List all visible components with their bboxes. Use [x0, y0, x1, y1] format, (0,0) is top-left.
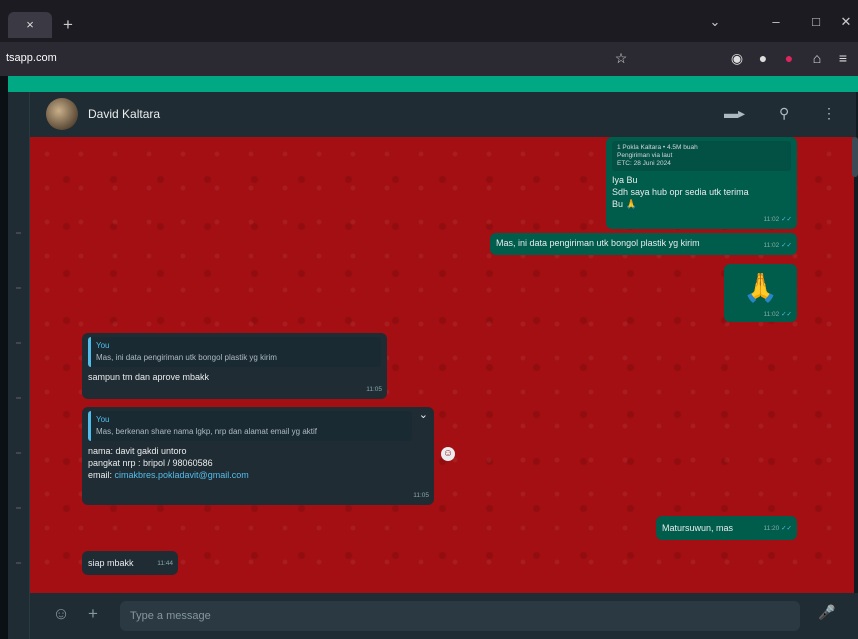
video-call-icon[interactable]: ▬▸ — [724, 105, 745, 122]
praying-hands-emoji: 🙏 — [743, 272, 778, 303]
quoted-sender: You — [96, 415, 110, 424]
message-time: 11:20 ✓✓ — [763, 525, 792, 532]
address-bar: tsapp.com ☆ ◉ ● ● ⌂ ≡ — [0, 42, 858, 76]
forwarded-card[interactable]: 1 Pokla Kaltara • 4.5M buah Pengiriman v… — [612, 141, 791, 171]
quoted-text: Mas, berkenan share nama lgkp, nrp dan a… — [96, 427, 318, 436]
message-time: 11:02 ✓✓ — [763, 242, 792, 249]
account-icon[interactable]: ● — [754, 50, 772, 66]
read-receipt-icon: ✓✓ — [781, 242, 792, 249]
message-time: 11:05 — [366, 386, 382, 393]
quoted-sender: You — [96, 341, 110, 350]
record-extension-icon[interactable]: ● — [780, 50, 798, 66]
message-time: 11:44 — [157, 560, 173, 567]
contact-avatar[interactable] — [46, 98, 78, 130]
message-text: email: cimakbres.pokladavit@gmail.com — [88, 470, 249, 480]
attach-icon[interactable]: + — [82, 604, 104, 624]
quoted-message[interactable]: You Mas, ini data pengiriman utk bongol … — [88, 337, 381, 367]
contact-name[interactable]: David Kaltara — [88, 107, 160, 121]
url-text[interactable]: tsapp.com — [6, 52, 57, 64]
read-receipt-icon: ✓✓ — [781, 311, 792, 318]
message-time: 11:02 ✓✓ — [763, 311, 792, 318]
message-time: 11:02 ✓✓ — [763, 216, 792, 223]
new-tab-button[interactable]: + — [58, 12, 78, 38]
message-bubble-outgoing[interactable]: Matursuwun, mas 11:20 ✓✓ — [656, 516, 797, 540]
message-input[interactable] — [120, 601, 800, 631]
tab-close-icon[interactable]: × — [26, 17, 34, 32]
browser-tab-bar: × + ⌄ – □ ✕ — [0, 0, 858, 42]
quoted-message[interactable]: You Mas, berkenan share nama lgkp, nrp d… — [88, 411, 412, 441]
message-text: Matursuwun, mas — [662, 523, 734, 533]
chat-menu-icon[interactable]: ⋮ — [822, 105, 836, 122]
message-bubble-outgoing[interactable]: 🙏 11:02 ✓✓ — [724, 264, 797, 322]
quoted-text: Mas, ini data pengiriman utk bongol plas… — [96, 353, 277, 362]
chevron-down-icon[interactable]: ⌄ — [419, 409, 428, 421]
emoji-icon[interactable]: ☺ — [50, 604, 72, 624]
restore-button[interactable]: □ — [806, 14, 826, 29]
menu-icon[interactable]: ≡ — [834, 50, 852, 66]
search-icon[interactable]: ⚲ — [779, 105, 789, 122]
message-text: pangkat nrp : bripol / 98060586 — [88, 458, 213, 468]
extension-icon[interactable]: ◉ — [728, 50, 746, 67]
message-text: Bu 🙏 — [612, 199, 637, 209]
reaction-emoji-button[interactable]: ☺ — [441, 447, 455, 461]
forwarded-line: Pengiriman via laut — [617, 152, 673, 159]
message-text: siap mbakk — [88, 558, 134, 568]
app-accent-bar — [8, 76, 858, 92]
tab-list-dropdown-icon[interactable]: ⌄ — [705, 14, 725, 30]
chat-messages-area[interactable]: 1 Pokla Kaltara • 4.5M buah Pengiriman v… — [30, 137, 854, 593]
message-text: Iya Bu — [612, 175, 638, 185]
message-bubble-incoming[interactable]: You Mas, ini data pengiriman utk bongol … — [82, 333, 387, 399]
forwarded-line: ETC: 28 Juni 2024 — [617, 160, 671, 167]
bookmark-star-icon[interactable]: ☆ — [612, 50, 630, 67]
browser-tab[interactable]: × — [8, 12, 52, 38]
message-time: 11:05 — [413, 492, 429, 499]
message-bubble-incoming[interactable]: siap mbakk 11:44 — [82, 551, 178, 575]
message-text: Sdh saya hub opr sedia utk terima — [612, 187, 749, 197]
close-window-button[interactable]: ✕ — [836, 14, 856, 30]
side-panel-edge — [8, 92, 30, 639]
message-text: nama: davit gakdi untoro — [88, 446, 187, 456]
home-icon[interactable]: ⌂ — [808, 50, 826, 66]
message-bubble-outgoing[interactable]: 1 Pokla Kaltara • 4.5M buah Pengiriman v… — [606, 137, 797, 229]
minimize-button[interactable]: – — [766, 14, 786, 29]
read-receipt-icon: ✓✓ — [781, 216, 792, 223]
message-composer: ☺ + 🎤 — [30, 593, 858, 639]
message-bubble-incoming[interactable]: ⌄ You Mas, berkenan share nama lgkp, nrp… — [82, 407, 434, 505]
forwarded-line: 1 Pokla Kaltara • 4.5M buah — [617, 144, 698, 151]
message-bubble-outgoing[interactable]: Mas, ini data pengiriman utk bongol plas… — [490, 233, 797, 255]
read-receipt-icon: ✓✓ — [781, 525, 792, 532]
microphone-icon[interactable]: 🎤 — [816, 604, 838, 621]
message-text: Mas, ini data pengiriman utk bongol plas… — [496, 238, 700, 248]
message-text: sampun tm dan aprove mbakk — [88, 372, 210, 382]
email-link[interactable]: cimakbres.pokladavit@gmail.com — [115, 470, 249, 480]
chat-header[interactable]: David Kaltara ▬▸ ⚲ ⋮ — [30, 92, 856, 137]
chat-scrollbar[interactable] — [852, 137, 858, 177]
